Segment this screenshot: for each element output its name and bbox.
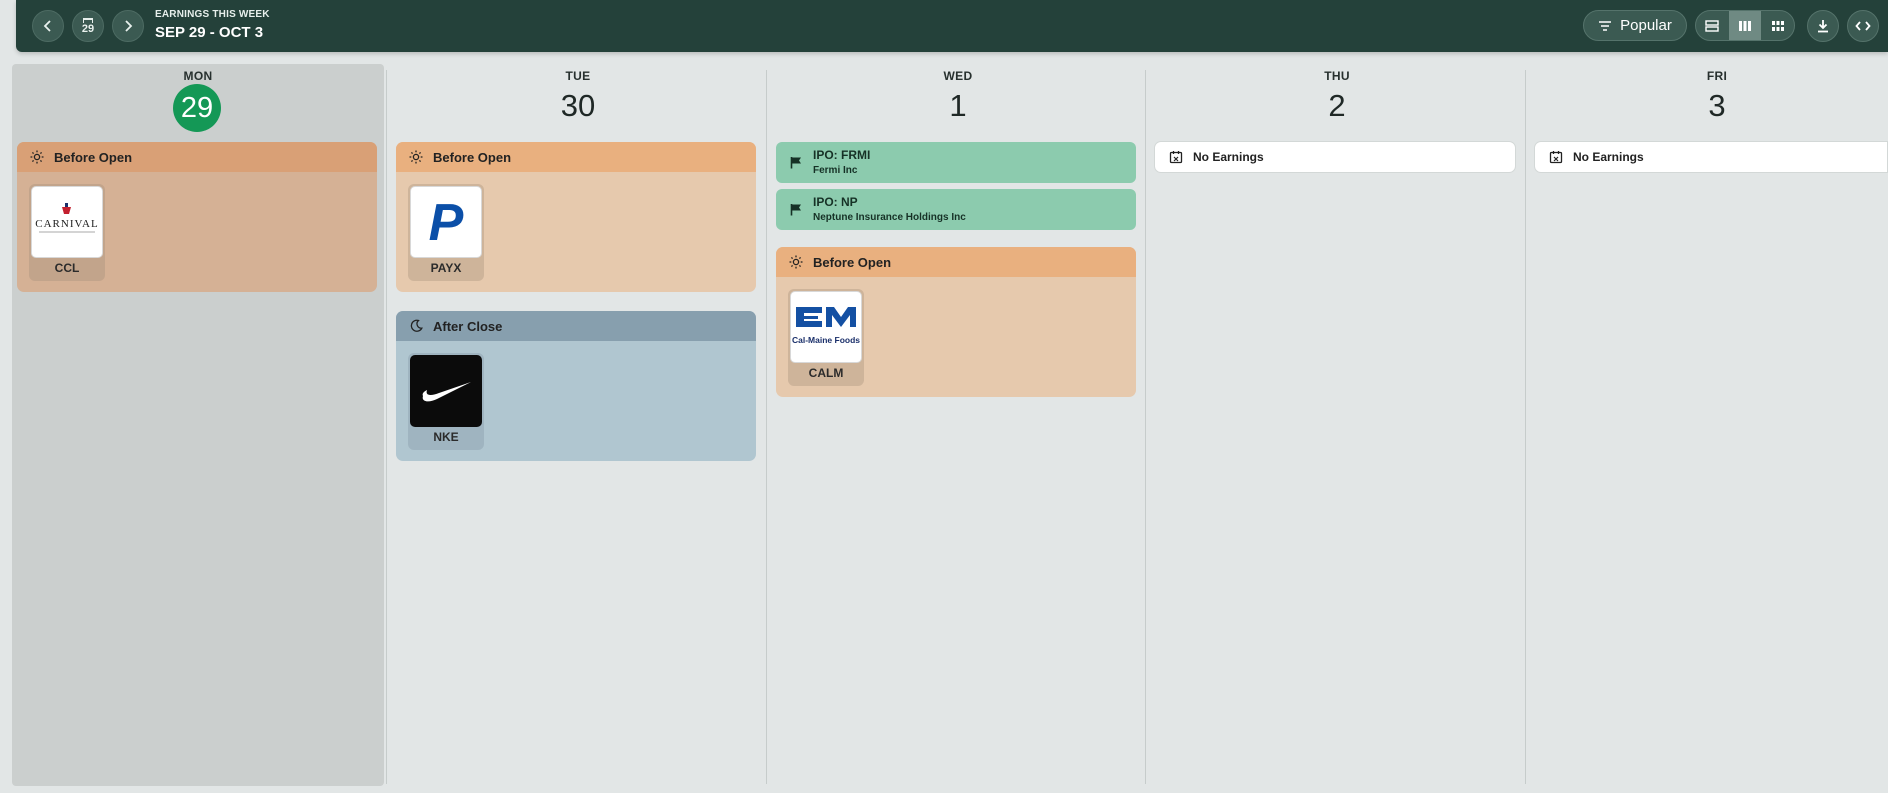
week-view-button[interactable] <box>1728 11 1762 40</box>
today-button[interactable]: 29 <box>72 10 104 42</box>
section-title: Before Open <box>813 254 892 270</box>
thu-no-earnings: No Earnings <box>1154 141 1516 173</box>
ticker-symbol: CCL <box>54 261 80 275</box>
nike-logo <box>410 355 482 427</box>
ticker-symbol: CALM <box>808 366 844 380</box>
flag-icon <box>790 204 801 216</box>
columns-view-icon <box>1739 20 1751 31</box>
download-icon <box>1818 20 1828 33</box>
ipo-title: IPO: NP <box>813 195 858 209</box>
day-num-thu: 2 <box>1328 88 1346 123</box>
week-title: EARNINGS THIS WEEK SEP 29 - OCT 3 <box>155 9 270 41</box>
carnival-logo-mark: CARNIVAL <box>35 203 98 233</box>
paychex-logo: P <box>410 186 482 258</box>
column-divider <box>766 70 767 784</box>
ipo-card-frmi[interactable]: IPO: FRMI Fermi Inc <box>776 142 1136 183</box>
column-divider <box>386 70 387 784</box>
list-view-button[interactable] <box>1696 11 1729 40</box>
list-view-icon <box>1705 19 1720 32</box>
filter-icon <box>1599 20 1612 31</box>
section-title: After Close <box>433 318 503 334</box>
section-header: Before Open <box>17 142 377 172</box>
day-name-wed: WED <box>943 69 973 83</box>
popular-filter-button[interactable]: Popular <box>1583 10 1687 41</box>
column-divider <box>1525 70 1526 784</box>
embed-code-button[interactable] <box>1847 10 1879 42</box>
day-name-mon: MON <box>183 69 213 83</box>
no-earnings-label: No Earnings <box>1193 150 1264 164</box>
flag-icon <box>790 157 801 169</box>
day-name-fri: FRI <box>1706 69 1728 83</box>
grid-view-button[interactable] <box>1761 11 1794 40</box>
top-bar: 29 EARNINGS THIS WEEK SEP 29 - OCT 3 Pop… <box>16 0 1888 52</box>
ipo-card-np[interactable]: IPO: NP Neptune Insurance Holdings Inc <box>776 189 1136 230</box>
tue-after-close-section: After Close NKE <box>396 311 756 461</box>
cal-maine-logo-mark: Cal-Maine Foods <box>792 307 860 345</box>
chevron-right-icon <box>125 20 133 32</box>
sun-icon <box>30 150 44 164</box>
section-header: After Close <box>396 311 756 341</box>
ticker-symbol: PAYX <box>430 261 462 275</box>
view-switcher <box>1695 10 1795 41</box>
ticker-symbol: NKE <box>433 430 459 444</box>
sun-icon <box>789 255 803 269</box>
ipo-title: IPO: FRMI <box>813 148 871 162</box>
day-num-wed: 1 <box>949 88 967 123</box>
section-title: Before Open <box>54 149 133 165</box>
paychex-logo-mark: P <box>429 194 464 252</box>
svg-text:CARNIVAL: CARNIVAL <box>35 218 98 230</box>
svg-text:Cal-Maine Foods: Cal-Maine Foods <box>792 335 860 345</box>
calendar-x-icon <box>1169 151 1183 164</box>
grid-view-icon <box>1771 20 1784 31</box>
chevron-left-icon <box>43 20 51 32</box>
day-num-fri: 3 <box>1708 88 1726 123</box>
fri-no-earnings: No Earnings <box>1534 141 1888 173</box>
wed-before-open-section: Before Open Cal-Maine Foods CALM <box>776 247 1136 397</box>
section-header: Before Open <box>776 247 1136 277</box>
mon-before-open-section: Before Open CARNIVAL CCL <box>17 142 377 292</box>
moon-icon <box>410 319 423 332</box>
no-earnings-label: No Earnings <box>1573 150 1644 164</box>
day-num-tue: 30 <box>560 88 596 123</box>
week-range: SEP 29 - OCT 3 <box>155 24 264 41</box>
day-name-tue: TUE <box>565 69 591 83</box>
day-name-thu: THU <box>1324 69 1350 83</box>
next-week-button[interactable] <box>112 10 144 42</box>
ticker-card-calm[interactable]: Cal-Maine Foods CALM <box>788 289 864 386</box>
ticker-card-nke[interactable]: NKE <box>408 353 484 450</box>
sun-icon <box>409 150 423 164</box>
section-header: Before Open <box>396 142 756 172</box>
cal-maine-logo: Cal-Maine Foods <box>790 291 862 363</box>
today-date-circle: 29 <box>173 84 221 132</box>
section-title: Before Open <box>433 149 512 165</box>
nike-swoosh-icon <box>422 382 471 402</box>
today-button-number: 29 <box>81 23 95 35</box>
calendar-x-icon <box>1549 151 1563 164</box>
week-kicker: EARNINGS THIS WEEK <box>155 9 270 20</box>
ipo-company: Neptune Insurance Holdings Inc <box>813 212 966 223</box>
previous-week-button[interactable] <box>32 10 64 42</box>
ticker-card-payx[interactable]: P PAYX <box>408 184 484 281</box>
download-button[interactable] <box>1807 10 1839 42</box>
tue-before-open-section: Before Open P PAYX <box>396 142 756 292</box>
column-divider <box>1145 70 1146 784</box>
ticker-card-ccl[interactable]: CARNIVAL CCL <box>29 184 105 281</box>
carnival-logo: CARNIVAL <box>31 186 103 258</box>
ipo-company: Fermi Inc <box>813 165 858 176</box>
svg-text:P: P <box>429 194 464 252</box>
popular-label: Popular <box>1620 17 1672 34</box>
code-icon <box>1855 21 1871 31</box>
